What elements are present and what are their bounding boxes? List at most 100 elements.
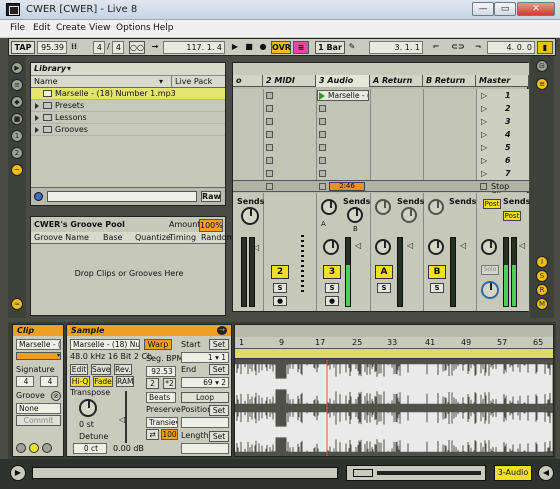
expand-icon[interactable] (35, 114, 39, 121)
end-set-button[interactable]: Set (209, 364, 229, 375)
play-clip-icon[interactable] (319, 92, 325, 100)
sig-den-field[interactable]: 4 (112, 41, 124, 54)
punch-out-icon[interactable]: ¬ (471, 41, 485, 54)
clip-name-field[interactable]: Marselle - (1 (16, 339, 61, 350)
volume-fader-icon[interactable]: ◁ (519, 241, 525, 250)
clip-slot-button[interactable] (266, 105, 273, 112)
play-icon[interactable]: ▶ (229, 41, 241, 54)
tempo-nudge-icon[interactable]: ⁞⁞ (69, 41, 79, 54)
file-browser-1-icon[interactable]: 1 (11, 130, 23, 142)
record-icon[interactable]: ● (257, 41, 269, 54)
envelope-box-toggle-icon[interactable] (42, 443, 52, 453)
track-header[interactable]: B Return (423, 75, 476, 87)
solo-button[interactable]: S (377, 283, 391, 293)
maximize-button[interactable]: ▭ (494, 2, 516, 16)
loop-mode-icon[interactable]: ⇄ (146, 429, 159, 440)
sample-box-toggle-icon[interactable] (29, 443, 39, 453)
library-item[interactable]: Lessons (31, 112, 225, 124)
metronome-button[interactable]: ○○ (129, 41, 145, 54)
plugin-browser-icon[interactable]: ■ (11, 113, 23, 125)
file-browser-2-icon[interactable]: 2 (11, 147, 23, 159)
volume-fader-icon[interactable]: ◁ (407, 241, 413, 250)
raw-button[interactable]: Raw (201, 191, 221, 202)
groove-name-header[interactable]: Groove Name (34, 232, 89, 243)
cpu-meter-icon[interactable]: ▮ (537, 41, 553, 54)
length-field[interactable] (181, 443, 229, 454)
clip-slot-button[interactable] (319, 170, 326, 177)
commit-button[interactable]: Commit (16, 415, 61, 426)
tempo-field[interactable]: 95.39 (37, 41, 67, 54)
fade-button[interactable]: Fade (93, 376, 113, 387)
stop-track-button[interactable] (319, 183, 326, 190)
clip-slot-button[interactable] (266, 170, 273, 177)
menu-help[interactable]: Help (153, 23, 174, 33)
clip-slot-button[interactable] (266, 131, 273, 138)
position-field[interactable]: 117. 1. 4 (163, 41, 225, 54)
scene-launch-icon[interactable]: ▷ (481, 169, 487, 178)
close-button[interactable]: ✕ (517, 2, 555, 16)
track-header[interactable]: 2 MIDI (263, 75, 316, 87)
loop-length-field[interactable]: 4. 0. 0 (487, 41, 535, 54)
send-a-knob[interactable] (321, 199, 337, 215)
base-header[interactable]: Base (103, 232, 122, 243)
signature-num-field[interactable]: 4 (16, 376, 34, 387)
stop-track-button[interactable] (266, 183, 273, 190)
loop-start-field[interactable]: 3. 1. 1 (369, 41, 423, 54)
volume-fader-icon[interactable]: ◁ (355, 241, 361, 250)
library-item[interactable]: Presets (31, 100, 225, 112)
scene-launch-icon[interactable]: ▷ (481, 156, 487, 165)
library-item[interactable]: Marselle - (18) Number 1.mp3 (31, 88, 225, 100)
solo-button[interactable]: S (325, 283, 339, 293)
post-button[interactable]: Post (483, 199, 501, 209)
signature-den-field[interactable]: 4 (40, 376, 58, 387)
loop-switch-icon[interactable]: ⊂⊃ (449, 41, 467, 54)
volume-fader-icon[interactable]: ◁ (460, 241, 466, 250)
master-pan-knob[interactable] (481, 239, 497, 255)
scene-launch-icon[interactable]: ▷ (481, 117, 487, 126)
clip-slot-button[interactable] (319, 144, 326, 151)
start-field[interactable]: 1 ▾ 1 (181, 352, 229, 363)
chevron-down-icon[interactable]: ▾ (67, 64, 71, 73)
pan-knob[interactable] (375, 239, 391, 255)
random-header[interactable]: Random (201, 232, 234, 243)
groove-drop-area[interactable]: Drop Clips or Grooves Here (31, 269, 227, 278)
groove-pool-icon[interactable]: ~ (11, 164, 23, 176)
track-header[interactable]: A Return (370, 75, 423, 87)
punch-in-icon[interactable]: ⌐ (427, 41, 445, 54)
sample-overview-ruler[interactable] (235, 325, 553, 337)
col-livepack-header[interactable]: Live Pack (171, 76, 212, 87)
library-icon[interactable]: ≡ (11, 79, 23, 91)
scene-launch-icon[interactable]: ▷ (481, 104, 487, 113)
hiq-button[interactable]: Hi-Q (70, 376, 90, 387)
device-browser-icon[interactable]: ◆ (11, 96, 23, 108)
groove-hotswap-icon[interactable]: ⊘ (51, 391, 61, 401)
sends-toggle-icon[interactable]: S (536, 270, 548, 282)
send-knob[interactable] (375, 199, 391, 215)
info-view-toggle-icon[interactable]: ▶ (10, 465, 26, 481)
warp-markers-lane[interactable] (235, 349, 553, 359)
track-activator[interactable]: 3 (323, 265, 341, 279)
menu-file[interactable]: File (10, 23, 25, 33)
position-set-button[interactable]: Set (209, 405, 229, 416)
preserve-select[interactable]: Transie▾ (146, 417, 178, 428)
gain-slider-track[interactable] (125, 391, 127, 443)
clip-slot-button[interactable] (319, 118, 326, 125)
warp-button[interactable]: Warp (144, 339, 172, 350)
arrangement-view-icon[interactable]: ≡ (536, 78, 548, 90)
sample-detail-arrow-icon[interactable]: → (217, 326, 227, 335)
reverse-button[interactable]: Rev. (114, 364, 132, 375)
menu-create[interactable]: Create (56, 23, 86, 33)
transpose-knob[interactable] (79, 399, 97, 417)
midi-arrange-icon[interactable]: ≡ (293, 41, 309, 54)
stop-all-icon[interactable] (480, 183, 487, 190)
timing-header[interactable]: Timing (169, 232, 196, 243)
gain-slider-icon[interactable]: ◁ (119, 415, 125, 424)
loop-button[interactable]: Loop (181, 392, 229, 403)
session-view-icon[interactable]: ⊟ (536, 60, 548, 72)
expand-icon[interactable] (35, 102, 39, 109)
follow-icon[interactable]: → (149, 41, 161, 54)
double-bpm-button[interactable]: *2 (163, 378, 176, 389)
quantize-menu[interactable]: 1 Bar (315, 41, 345, 54)
returns-toggle-icon[interactable]: R (536, 284, 548, 296)
waveform-display[interactable] (235, 360, 553, 456)
